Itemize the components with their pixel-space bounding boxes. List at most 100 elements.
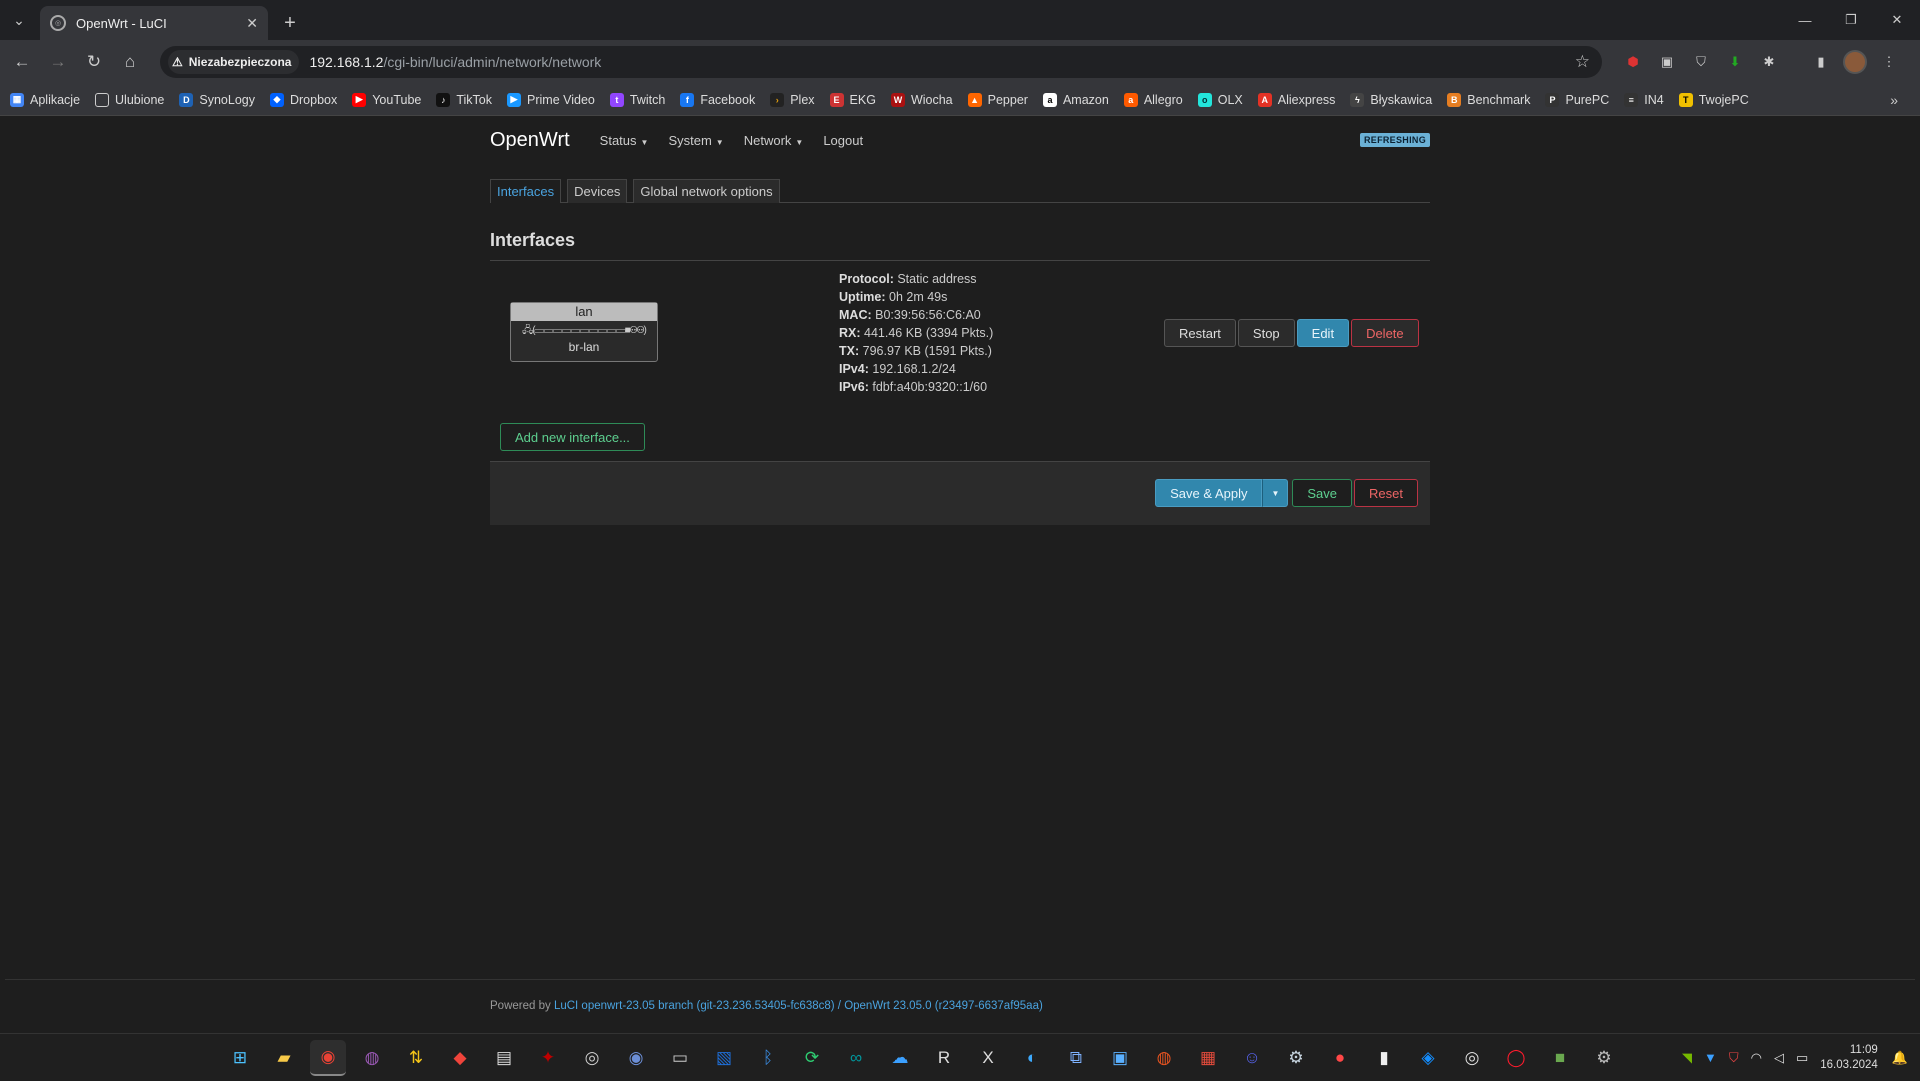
bookmark-item[interactable]: ♪ TikTok: [436, 92, 492, 107]
battle-net-icon[interactable]: ◈: [1410, 1040, 1446, 1076]
restart-button[interactable]: Restart: [1164, 319, 1236, 347]
tab-global-network-options[interactable]: Global network options: [633, 179, 780, 203]
bookmark-item[interactable]: A Aliexpress: [1257, 92, 1335, 107]
back-icon[interactable]: ←: [4, 44, 40, 80]
ubisoft-icon[interactable]: ◎: [1454, 1040, 1490, 1076]
stop-button[interactable]: Stop: [1237, 319, 1295, 347]
save-apply-dropdown-icon[interactable]: ▼: [1262, 479, 1289, 507]
opera-icon[interactable]: ◯: [1498, 1040, 1534, 1076]
bookmark-item[interactable]: t Twitch: [609, 92, 665, 107]
cloud-sync-icon[interactable]: ☁: [882, 1040, 918, 1076]
bookmark-star-icon[interactable]: ☆: [1575, 52, 1590, 72]
bookmark-item[interactable]: ▦ Aplikacje: [10, 92, 80, 107]
chrome-icon[interactable]: ◉: [310, 1039, 346, 1076]
bookmark-item[interactable]: ◆ Dropbox: [269, 92, 337, 107]
obs-icon[interactable]: ◎: [574, 1040, 610, 1076]
vpn-tray-icon[interactable]: ▼: [1704, 1050, 1717, 1065]
chromium-icon[interactable]: ◐: [1014, 1040, 1050, 1076]
reload-icon[interactable]: ↻: [76, 44, 112, 80]
save-apply-button[interactable]: Save & Apply: [1155, 479, 1263, 507]
address-bar[interactable]: ⚠ Niezabezpieczona 192.168.1.2 /cgi-bin/…: [160, 46, 1602, 78]
download-extension-icon[interactable]: ⬇: [1718, 44, 1752, 80]
notepad-icon[interactable]: ▤: [486, 1040, 522, 1076]
epic-games-icon[interactable]: ▮: [1366, 1040, 1402, 1076]
bookmark-item[interactable]: Ulubione: [95, 92, 164, 107]
file-explorer-icon[interactable]: ▰: [266, 1040, 302, 1076]
brand-logo[interactable]: OpenWrt: [490, 129, 570, 152]
ea-icon[interactable]: ●: [1322, 1040, 1358, 1076]
nvidia-tray-icon[interactable]: ◥: [1682, 1050, 1692, 1066]
steam-icon[interactable]: ⚙: [1278, 1040, 1314, 1076]
bookmark-item[interactable]: D SynoLogy: [179, 92, 255, 107]
extensions-puzzle-icon[interactable]: ✱: [1752, 44, 1786, 80]
openwrt-version-link[interactable]: OpenWrt 23.05.0 (r23497-6637af95aa): [844, 1000, 1043, 1012]
sync-app-icon[interactable]: ⟳: [794, 1040, 830, 1076]
bookmark-item[interactable]: W Wiocha: [890, 92, 953, 107]
settings-icon[interactable]: ⚙: [1586, 1040, 1622, 1076]
home-icon[interactable]: ⌂: [112, 44, 148, 80]
bookmark-item[interactable]: B Benchmark: [1447, 92, 1530, 107]
bookmark-item[interactable]: a Amazon: [1042, 92, 1109, 107]
bookmark-item[interactable]: a Allegro: [1123, 92, 1183, 107]
photos-icon[interactable]: ▧: [706, 1040, 742, 1076]
notification-bell-icon[interactable]: 🔔: [1892, 1050, 1908, 1066]
bookmark-item[interactable]: ϟ Błyskawica: [1350, 92, 1432, 107]
remote-desktop-icon[interactable]: ▣: [1102, 1040, 1138, 1076]
tor-browser-icon[interactable]: ◍: [354, 1040, 390, 1076]
bookmark-item[interactable]: ▶ Prime Video: [507, 92, 595, 107]
arduino-icon[interactable]: ∞: [838, 1040, 874, 1076]
profile-avatar[interactable]: [1838, 44, 1872, 80]
restore-icon[interactable]: ❐: [1828, 0, 1874, 40]
refreshing-badge[interactable]: REFRESHING: [1359, 133, 1430, 147]
delete-button[interactable]: Delete: [1351, 319, 1419, 347]
luci-version-link[interactable]: LuCI openwrt-23.05 branch (git-23.236.53…: [554, 1000, 835, 1012]
windows-start-icon[interactable]: ⊞: [222, 1040, 258, 1076]
menu-logout[interactable]: Logout: [823, 133, 863, 148]
tab-interfaces[interactable]: Interfaces: [490, 179, 562, 203]
ubuntu-icon[interactable]: ◍: [1146, 1040, 1182, 1076]
save-button[interactable]: Save: [1292, 479, 1353, 507]
browser-menu-icon[interactable]: ⋮: [1872, 44, 1906, 80]
clock[interactable]: 11:09 16.03.2024: [1820, 1043, 1878, 1073]
menu-system[interactable]: System ▼: [668, 133, 723, 148]
close-tab-icon[interactable]: ✕: [246, 15, 258, 32]
filezilla-icon[interactable]: ✦: [530, 1040, 566, 1076]
wifi-icon[interactable]: ◠: [1751, 1050, 1762, 1066]
add-new-interface-button[interactable]: Add new interface...: [500, 423, 645, 451]
excel-icon[interactable]: X: [970, 1040, 1006, 1076]
menu-network[interactable]: Network ▼: [744, 133, 804, 148]
close-window-icon[interactable]: ✕: [1874, 0, 1920, 40]
extension-icon[interactable]: ▣: [1650, 44, 1684, 80]
bookmark-item[interactable]: ≡ IN4: [1624, 92, 1664, 107]
volume-icon[interactable]: ◁: [1774, 1050, 1784, 1066]
tab-search-dropdown-icon[interactable]: ⌄: [0, 0, 38, 40]
security-tray-icon[interactable]: ⛉: [1729, 1050, 1739, 1066]
bookmark-item[interactable]: › Plex: [770, 92, 815, 107]
bluetooth-app-icon[interactable]: ᛒ: [750, 1040, 786, 1076]
forward-icon[interactable]: →: [40, 44, 76, 80]
tab-devices[interactable]: Devices: [567, 179, 628, 203]
bookmark-item[interactable]: E EKG: [829, 92, 876, 107]
network-tool-icon[interactable]: ⧉: [1058, 1040, 1094, 1076]
browser-tab[interactable]: ◎ OpenWrt - LuCI ✕: [40, 6, 268, 40]
side-panel-icon[interactable]: ▮: [1804, 44, 1838, 80]
edit-button[interactable]: Edit: [1296, 319, 1350, 347]
bookmark-item[interactable]: ▶ YouTube: [352, 92, 421, 107]
more-bookmarks-icon[interactable]: »: [1890, 92, 1898, 108]
terminal-icon[interactable]: ▭: [662, 1040, 698, 1076]
rust-edit-icon[interactable]: ▦: [1190, 1040, 1226, 1076]
battery-icon[interactable]: ▭: [1796, 1050, 1808, 1066]
winscp-icon[interactable]: ⇅: [398, 1040, 434, 1076]
new-tab-button[interactable]: +: [276, 9, 304, 37]
bookmark-item[interactable]: P PurePC: [1545, 92, 1609, 107]
teamspeak-icon[interactable]: ◉: [618, 1040, 654, 1076]
bookmark-item[interactable]: T TwojePC: [1678, 92, 1749, 107]
menu-status[interactable]: Status ▼: [600, 133, 649, 148]
bookmark-item[interactable]: f Facebook: [680, 92, 755, 107]
anydesk-icon[interactable]: ◆: [442, 1040, 478, 1076]
bookmark-item[interactable]: ▲ Pepper: [967, 92, 1028, 107]
security-warning-chip[interactable]: ⚠ Niezabezpieczona: [168, 50, 300, 74]
shield-extension-icon[interactable]: ⛉: [1684, 44, 1718, 80]
r-app-icon[interactable]: R: [926, 1040, 962, 1076]
ublock-extension-icon[interactable]: ⬢: [1616, 44, 1650, 80]
